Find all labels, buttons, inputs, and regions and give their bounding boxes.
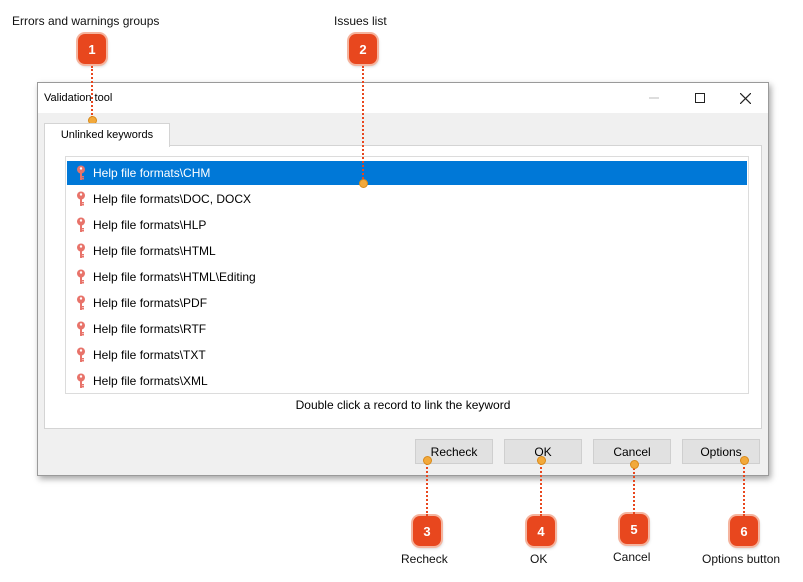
callout-leader-5 [633, 464, 635, 514]
tab-unlinked-keywords[interactable]: Unlinked keywords [44, 123, 170, 147]
minimize-button[interactable] [631, 83, 676, 113]
validation-tool-window: Validation tool Unlinked keywords Help f… [37, 82, 769, 476]
callout-leader-3 [426, 460, 428, 516]
key-icon [77, 347, 85, 362]
callout-badge-5: 5 [620, 514, 648, 544]
close-button[interactable] [723, 83, 768, 113]
callout-badge-2: 2 [349, 34, 377, 64]
key-icon [77, 373, 85, 388]
callout-anchor-6 [740, 456, 749, 465]
callout-label-cancel: Cancel [613, 550, 651, 564]
maximize-button[interactable] [677, 83, 722, 113]
tab-panel: Help file formats\CHM Help file formats\D… [44, 145, 762, 429]
callout-anchor-3 [423, 456, 432, 465]
issue-list-item[interactable]: Help file formats\XML [67, 369, 747, 393]
callout-leader-1 [91, 66, 93, 118]
callout-leader-6 [743, 460, 745, 516]
issue-list-item[interactable]: Help file formats\HTML\Editing [67, 265, 747, 289]
callout-leader-2 [362, 66, 364, 182]
key-icon [77, 295, 85, 310]
issue-text: Help file formats\TXT [93, 348, 206, 362]
callout-anchor-5 [630, 460, 639, 469]
issue-list-item[interactable]: Help file formats\DOC, DOCX [67, 187, 747, 211]
issue-list-item[interactable]: Help file formats\CHM [67, 161, 747, 185]
issue-list-item[interactable]: Help file formats\HLP [67, 213, 747, 237]
callout-badge-6: 6 [730, 516, 758, 546]
issue-list-item[interactable]: Help file formats\HTML [67, 239, 747, 263]
window-title: Validation tool [44, 92, 113, 104]
issue-text: Help file formats\HLP [93, 218, 207, 232]
key-icon [77, 243, 85, 258]
key-icon [77, 321, 85, 336]
issue-text: Help file formats\XML [93, 374, 208, 388]
callout-badge-1: 1 [78, 34, 106, 64]
key-icon [77, 191, 85, 206]
issue-text: Help file formats\HTML\Editing [93, 270, 256, 284]
callout-label-options-button: Options button [702, 552, 781, 566]
callout-label-ok: OK [530, 552, 548, 566]
issue-text: Help file formats\CHM [93, 166, 211, 180]
key-icon [77, 217, 85, 232]
issues-list[interactable]: Help file formats\CHM Help file formats\D… [65, 156, 749, 394]
callout-label-errors-warnings-groups: Errors and warnings groups [12, 14, 160, 28]
key-icon [77, 269, 85, 284]
title-bar[interactable]: Validation tool [38, 83, 768, 113]
callout-leader-4 [540, 460, 542, 516]
issue-text: Help file formats\RTF [93, 322, 207, 336]
maximize-icon [694, 93, 705, 103]
issue-text: Help file formats\HTML [93, 244, 216, 258]
close-icon [740, 92, 751, 104]
issue-list-item[interactable]: Help file formats\TXT [67, 343, 747, 367]
callout-badge-3: 3 [413, 516, 441, 546]
issue-list-item[interactable]: Help file formats\RTF [67, 317, 747, 341]
hint-text: Double click a record to link the keywor… [295, 398, 511, 412]
callout-label-recheck: Recheck [401, 552, 448, 566]
issue-text: Help file formats\PDF [93, 296, 208, 310]
issue-list-item[interactable]: Help file formats\PDF [67, 291, 747, 315]
callout-badge-4: 4 [527, 516, 555, 546]
minimize-icon [648, 97, 659, 99]
callout-anchor-4 [537, 456, 546, 465]
issue-text: Help file formats\DOC, DOCX [93, 192, 252, 206]
key-icon [77, 165, 85, 180]
callout-label-issues-list: Issues list [334, 14, 387, 28]
callout-anchor-2 [359, 179, 368, 188]
